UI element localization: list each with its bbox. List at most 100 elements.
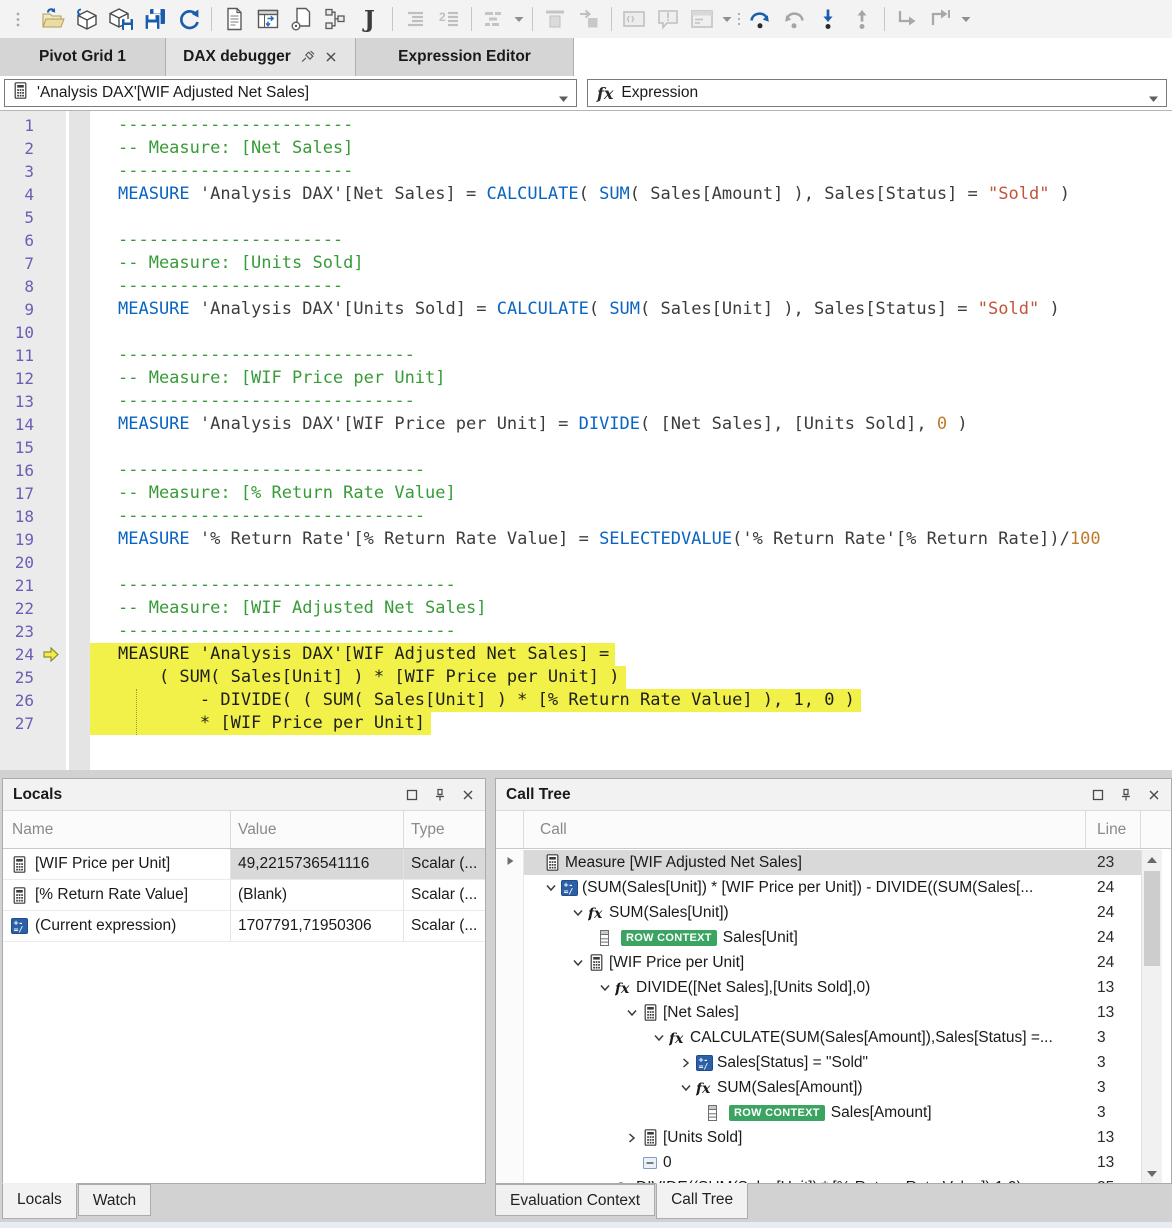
refresh-icon[interactable] [172,4,206,34]
page-link-icon[interactable] [285,4,319,34]
dropdown-caret-icon[interactable] [958,4,974,34]
panel-splitter[interactable] [486,778,495,1222]
save-all-icon[interactable] [138,4,172,34]
call-tree-row[interactable]: Measure [WIF Adjusted Net Sales]23 [496,850,1141,875]
save-model-icon[interactable] [104,4,138,34]
console-window-icon[interactable] [617,4,651,34]
step-out-icon[interactable] [845,4,879,34]
toolbar-separator [532,7,533,31]
code-line [90,321,1172,344]
chevron-down-icon[interactable] [652,1031,669,1045]
chevron-down-icon[interactable] [571,906,588,920]
dropdown-caret-icon[interactable] [719,4,735,34]
chevron-down-icon[interactable] [598,981,615,995]
expression-selector-dropdown[interactable]: fx Expression [587,79,1167,107]
chevron-down-icon[interactable] [598,1181,615,1184]
column-header-call[interactable]: Call [524,811,1086,848]
scroll-down-button[interactable] [1142,1164,1162,1183]
call-tree-tab-call-tree[interactable]: Call Tree [656,1183,748,1219]
maximize-icon[interactable] [1091,787,1105,802]
move-next-icon[interactable] [572,4,606,34]
call-tree-tab-evaluation-context[interactable]: Evaluation Context [495,1184,655,1216]
pivot-grid-icon[interactable] [251,4,285,34]
dax-code-editor[interactable]: 1234567891011121314151617181920212223242… [0,110,1172,770]
align-top-icon[interactable] [538,4,572,34]
hierarchy-icon[interactable] [319,4,353,34]
locals-row[interactable]: +-=/(Current expression)1707791,71950306… [3,911,485,942]
pin-icon[interactable] [1119,787,1133,802]
column-header-value[interactable]: Value [231,811,404,848]
pin-icon[interactable] [300,50,315,65]
column-header-name[interactable]: Name [3,811,231,848]
code-area[interactable]: ------------------------- Measure: [Net … [90,111,1172,770]
code-token: ----------------------- [118,161,353,181]
dropdown-caret-icon[interactable] [511,4,527,34]
locals-row[interactable]: [WIF Price per Unit]49,2215736541116Scal… [3,849,485,880]
output-window-icon[interactable] [685,4,719,34]
scrollbar-thumb[interactable] [1144,871,1160,966]
locals-row[interactable]: [% Return Rate Value](Blank)Scalar (... [3,880,485,911]
call-tree-row[interactable]: fxCALCULATE(SUM(Sales[Amount]),Sales[Sta… [496,1025,1141,1050]
call-tree-scrollbar[interactable] [1141,850,1162,1183]
code-line-text: * [WIF Price per Unit] [90,712,431,735]
call-tree-row[interactable]: [Units Sold]13 [496,1125,1141,1150]
scroll-up-button[interactable] [1142,850,1162,869]
exit-debug-icon[interactable] [924,4,958,34]
pin-icon[interactable] [433,787,447,802]
open-model-icon[interactable] [70,4,104,34]
tab-expression-editor[interactable]: Expression Editor [356,38,574,76]
call-tree-row[interactable]: ROW CONTEXTSales[Unit]24 [496,925,1141,950]
toolbar-separator [884,7,885,31]
tab-dax-debugger[interactable]: DAX debugger [166,38,356,76]
chevron-down-icon[interactable] [1148,90,1159,108]
code-line-text [90,436,124,459]
call-tree-row[interactable]: 013 [496,1150,1141,1175]
call-tree-row[interactable]: [WIF Price per Unit]24 [496,950,1141,975]
format-alt-icon[interactable]: 2 [432,4,466,34]
close-icon[interactable] [461,787,475,802]
code-token: 0 [937,414,947,434]
chevron-right-icon[interactable] [679,1056,696,1070]
maximize-icon[interactable] [405,787,419,802]
code-token: SUM [599,184,630,204]
tab-pivot-grid-1[interactable]: Pivot Grid 1 [0,38,166,76]
chevron-down-icon[interactable] [571,956,588,970]
dax-script-icon[interactable]: J [353,4,387,34]
new-document-icon[interactable] [217,4,251,34]
step-into-icon[interactable] [811,4,845,34]
locals-value: (Blank) [231,880,404,910]
chevron-down-icon[interactable] [558,90,569,108]
locals-name-cell: [% Return Rate Value] [3,880,231,910]
close-icon[interactable] [1147,787,1161,802]
call-tree-row[interactable]: ROW CONTEXTSales[Amount]3 [496,1100,1141,1125]
call-tree-row[interactable]: [Net Sales]13 [496,1000,1141,1025]
call-tree-row[interactable]: fxSUM(Sales[Unit])24 [496,900,1141,925]
close-icon[interactable] [324,50,338,64]
column-header-type[interactable]: Type [404,811,485,848]
comment-bubble-icon[interactable]: ! [651,4,685,34]
code-token: DIVIDE [579,414,640,434]
locals-tab-watch[interactable]: Watch [78,1184,151,1216]
chevron-right-icon[interactable] [625,1131,642,1145]
call-tree-row[interactable]: fxDIVIDE([Net Sales],[Units Sold],0)13 [496,975,1141,1000]
chevron-down-icon[interactable] [625,1006,642,1020]
step-back-icon[interactable] [777,4,811,34]
call-tree-row[interactable]: fxSUM(Sales[Amount])3 [496,1075,1141,1100]
chevron-down-icon[interactable] [544,881,561,895]
locals-tab-locals[interactable]: Locals [2,1183,77,1219]
layout-blocks-icon[interactable] [477,4,511,34]
call-tree-row[interactable]: +-=/(SUM(Sales[Unit]) * [WIF Price per U… [496,875,1141,900]
column-header-line[interactable]: Line [1086,811,1141,848]
call-text: (SUM(Sales[Unit]) * [WIF Price per Unit]… [582,879,1033,897]
step-over-icon[interactable] [743,4,777,34]
chevron-down-icon[interactable] [679,1081,696,1095]
open-report-icon[interactable] [36,4,70,34]
run-to-cursor-icon[interactable] [890,4,924,34]
line-number-gutter[interactable]: 1234567891011121314151617181920212223242… [0,111,66,770]
call-tree-row[interactable]: fxDIVIDE((SUM(Sales[Unit]) * [% Return R… [496,1175,1141,1183]
format-query-icon[interactable] [398,4,432,34]
code-line: ( SUM( Sales[Unit] ) * [WIF Price per Un… [90,666,1172,689]
measure-selector-dropdown[interactable]: 'Analysis DAX'[WIF Adjusted Net Sales] [4,79,577,107]
call-tree-row[interactable]: +-=/Sales[Status] = "Sold"3 [496,1050,1141,1075]
call-cell: fxSUM(Sales[Unit]) [524,900,1086,925]
